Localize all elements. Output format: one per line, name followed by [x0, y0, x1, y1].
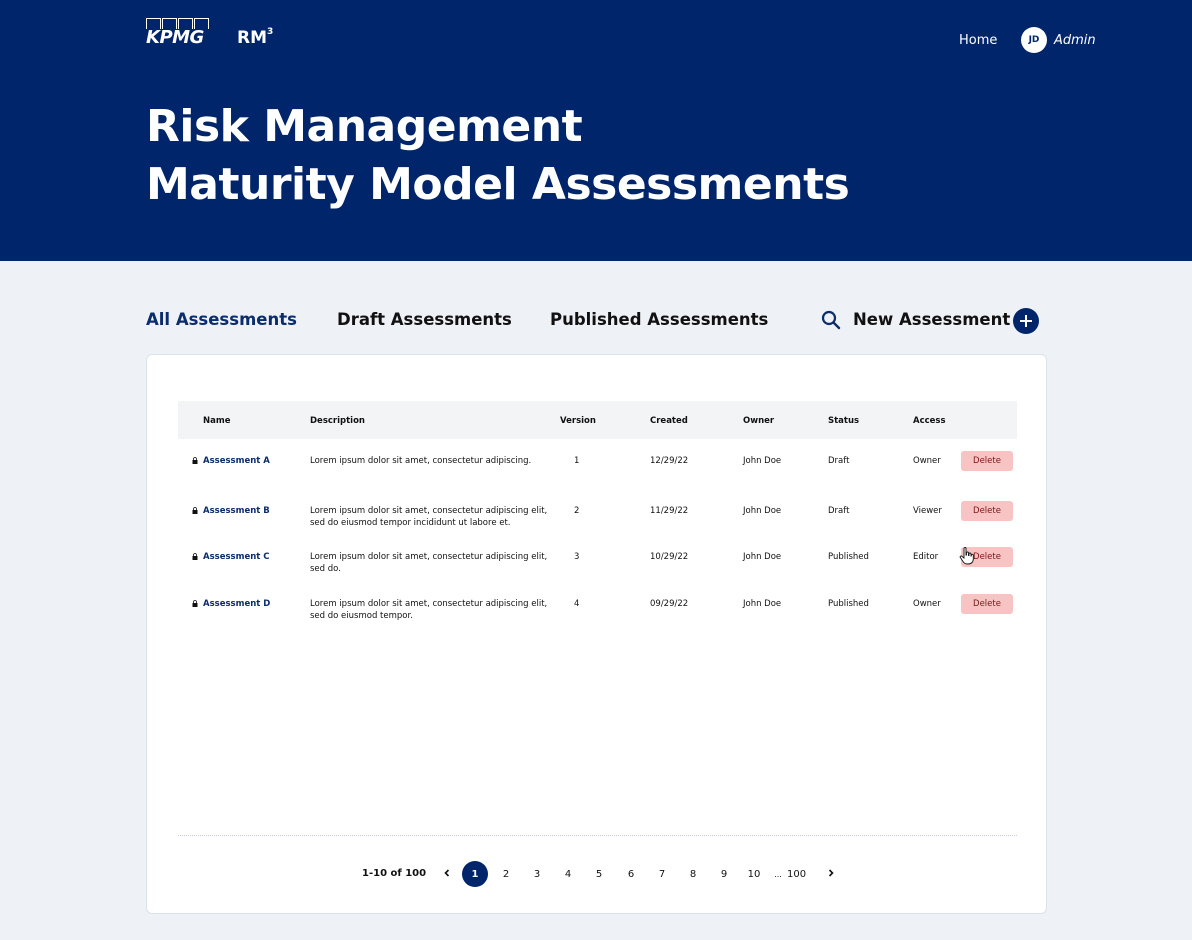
- lock-icon: [192, 457, 198, 464]
- logo-text: KPMG: [146, 27, 204, 48]
- assessment-version: 4: [574, 599, 580, 609]
- assessment-created: 09/29/22: [650, 599, 689, 609]
- column-header-created[interactable]: Created: [650, 416, 688, 426]
- page-button[interactable]: 5: [590, 862, 608, 886]
- assessment-description: Lorem ipsum dolor sit amet, consectetur …: [310, 552, 548, 574]
- page-button[interactable]: 3: [528, 862, 546, 886]
- page-button[interactable]: 9: [715, 862, 733, 886]
- kpmg-logo[interactable]: KPMG: [146, 18, 212, 48]
- product-superscript: 3: [267, 27, 274, 38]
- assessment-name-link[interactable]: Assessment B: [203, 505, 270, 517]
- assessment-owner: John Doe: [743, 506, 782, 516]
- page-title: Risk Management Maturity Model Assessmen…: [146, 98, 850, 214]
- assessment-created: 11/29/22: [650, 506, 689, 516]
- assessment-name-link[interactable]: Assessment A: [203, 455, 270, 467]
- assessment-owner: John Doe: [743, 456, 782, 466]
- new-assessment-button[interactable]: New Assessment: [853, 310, 1010, 329]
- assessment-owner: John Doe: [743, 552, 782, 562]
- hand-cursor-icon: [959, 547, 974, 565]
- column-header-name[interactable]: Name: [203, 416, 230, 426]
- assessment-status: Draft: [828, 456, 850, 466]
- page-title-line-1: Risk Management: [146, 101, 583, 152]
- column-header-description[interactable]: Description: [310, 416, 365, 426]
- avatar[interactable]: JD: [1021, 27, 1047, 53]
- assessment-access: Viewer: [913, 506, 942, 516]
- column-header-status[interactable]: Status: [828, 416, 859, 426]
- search-icon[interactable]: [821, 310, 841, 330]
- nav-home-link[interactable]: Home: [959, 33, 997, 48]
- assessment-description: Lorem ipsum dolor sit amet, consectetur …: [310, 506, 548, 528]
- assessment-access: Owner: [913, 599, 941, 609]
- pagination-range: 1-10 of 100: [362, 868, 427, 879]
- page-button[interactable]: 4: [559, 862, 577, 886]
- delete-button[interactable]: Delete: [961, 594, 1013, 614]
- delete-button[interactable]: Delete: [961, 451, 1013, 471]
- assessment-created: 12/29/22: [650, 456, 689, 466]
- assessment-status: Published: [828, 599, 869, 609]
- column-header-owner[interactable]: Owner: [743, 416, 774, 426]
- plus-icon[interactable]: [1013, 308, 1039, 334]
- delete-button[interactable]: Delete: [961, 501, 1013, 521]
- product-name: RM3: [237, 27, 274, 48]
- page-button[interactable]: 8: [684, 862, 702, 886]
- assessment-status: Published: [828, 552, 869, 562]
- assessment-description: Lorem ipsum dolor sit amet, consectetur …: [310, 456, 532, 466]
- chevron-left-icon[interactable]: [442, 868, 452, 878]
- page-button-current[interactable]: 1: [462, 861, 488, 887]
- assessment-status: Draft: [828, 506, 850, 516]
- page-button-last[interactable]: 100: [787, 862, 806, 886]
- table-header: Name Description Version Created Owner S…: [178, 401, 1017, 439]
- header-banner: KPMG RM3 Home JD Admin Risk Management M…: [0, 0, 1192, 261]
- chevron-right-icon[interactable]: [826, 868, 836, 878]
- assessment-version: 3: [574, 552, 580, 562]
- assessment-owner: John Doe: [743, 599, 782, 609]
- assessments-table-card: Name Description Version Created Owner S…: [146, 354, 1047, 914]
- page-button[interactable]: 7: [653, 862, 671, 886]
- column-header-version[interactable]: Version: [560, 416, 596, 426]
- user-name[interactable]: Admin: [1054, 33, 1096, 48]
- page-title-line-2: Maturity Model Assessments: [146, 159, 850, 210]
- assessment-access: Editor: [913, 552, 939, 562]
- tab-published-assessments[interactable]: Published Assessments: [550, 310, 768, 329]
- page-button[interactable]: 10: [745, 862, 763, 886]
- tab-draft-assessments[interactable]: Draft Assessments: [337, 310, 512, 329]
- page-button[interactable]: 2: [497, 862, 515, 886]
- assessment-name-link[interactable]: Assessment D: [203, 598, 270, 610]
- assessment-access: Owner: [913, 456, 941, 466]
- assessment-created: 10/29/22: [650, 552, 689, 562]
- pagination-ellipsis: ...: [774, 869, 782, 879]
- page-button[interactable]: 6: [622, 862, 640, 886]
- lock-icon: [192, 600, 198, 607]
- assessment-name-link[interactable]: Assessment C: [203, 551, 270, 563]
- assessment-description: Lorem ipsum dolor sit amet, consectetur …: [310, 599, 548, 621]
- assessment-version: 1: [574, 456, 580, 466]
- assessment-version: 2: [574, 506, 580, 516]
- product-label: RM: [237, 28, 268, 48]
- lock-icon: [192, 507, 198, 514]
- divider: [178, 835, 1017, 836]
- lock-icon: [192, 553, 198, 560]
- tab-all-assessments[interactable]: All Assessments: [146, 310, 297, 329]
- column-header-access[interactable]: Access: [913, 416, 946, 426]
